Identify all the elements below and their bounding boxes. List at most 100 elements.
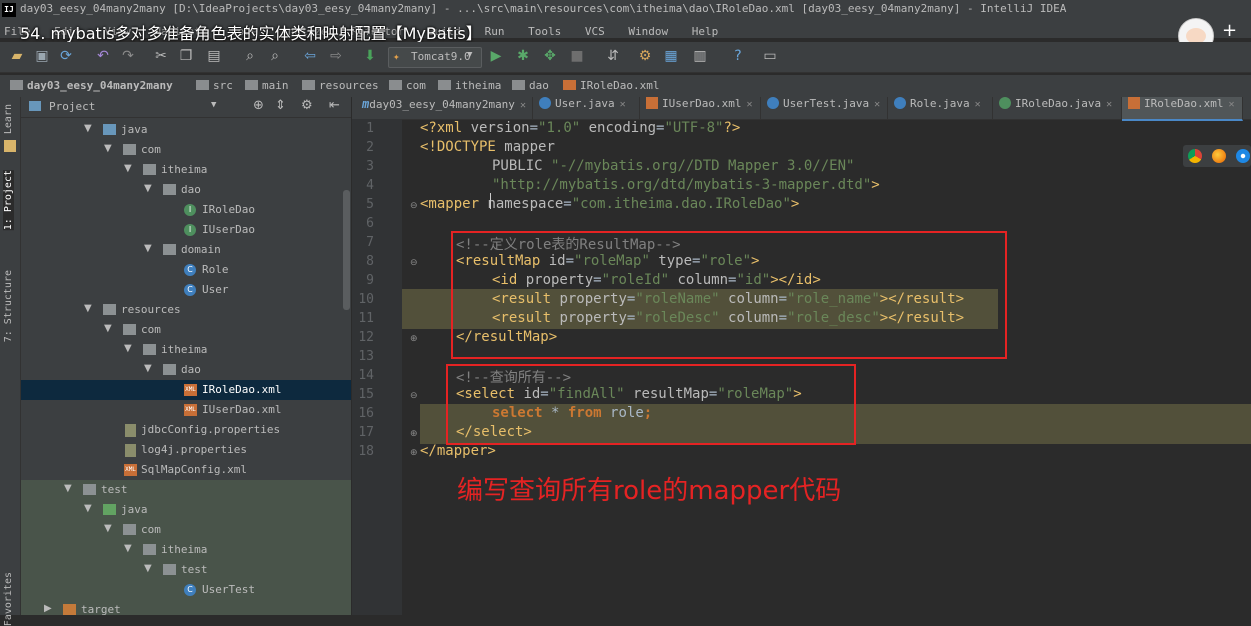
settings-icon[interactable]: ⚙ (637, 48, 653, 64)
expand-arrow-icon[interactable]: ▼ (124, 343, 132, 354)
debug-icon[interactable]: ✱ (515, 48, 531, 64)
close-icon[interactable]: ✕ (746, 99, 752, 110)
tree-item-test[interactable]: ▼ test (21, 480, 351, 500)
tree-item-test-java[interactable]: ▼ java (21, 500, 351, 520)
code-line-3[interactable]: PUBLIC "-//mybatis.org//DTD Mapper 3.0//… (492, 158, 854, 174)
tab-user-java[interactable]: User.java ✕ (533, 97, 640, 119)
stop-icon[interactable]: ■ (569, 48, 585, 64)
fold-marker-icon[interactable]: ⊖ (410, 258, 418, 268)
breadcrumb-item-project[interactable]: day03_eesy_04many2many (10, 79, 173, 92)
tab-module-pom[interactable]: mday03_eesy_04many2many ✕ (356, 97, 533, 119)
expand-arrow-icon[interactable]: ▼ (144, 563, 152, 574)
tab-usertest-java[interactable]: UserTest.java ✕ (761, 97, 888, 119)
breadcrumb-item-resources[interactable]: resources (302, 79, 379, 92)
expand-arrow-icon[interactable]: ▼ (104, 523, 112, 534)
tree-item-dao[interactable]: ▼ dao (21, 180, 351, 200)
tree-item-iuserdao-xml[interactable]: XML IUserDao.xml (21, 400, 351, 420)
run-icon[interactable]: ▶ (488, 48, 504, 64)
code-line-18[interactable]: </mapper> (420, 443, 496, 459)
breadcrumb-item-main[interactable]: main (245, 79, 289, 92)
tree-item-com[interactable]: ▼ com (21, 320, 351, 340)
tree-item-usertest[interactable]: C UserTest (21, 580, 351, 600)
terminal-icon[interactable]: ▭ (762, 48, 778, 64)
close-icon[interactable]: ✕ (1228, 99, 1234, 110)
breadcrumb-item-itheima[interactable]: itheima (438, 79, 501, 92)
learn-tool-tab[interactable]: Learn (3, 104, 14, 134)
tree-item-role[interactable]: C Role (21, 260, 351, 280)
menu-vcs[interactable]: VCS (585, 25, 605, 38)
vcs-icon[interactable]: ⇵ (605, 48, 621, 64)
favorites-tool-tab[interactable]: Favorites (3, 572, 14, 626)
tree-item-itheima[interactable]: ▼ itheima (21, 160, 351, 180)
tree-item-iroledao[interactable]: I IRoleDao (21, 200, 351, 220)
expand-arrow-icon[interactable]: ▼ (104, 323, 112, 334)
tree-item-resources[interactable]: ▼ resources (21, 300, 351, 320)
forward-icon[interactable]: ⇨ (328, 48, 344, 64)
tree-item-com[interactable]: ▼ com (21, 520, 351, 540)
paste-icon[interactable]: ▤ (206, 48, 222, 64)
structure-tool-tab[interactable]: 7: Structure (3, 270, 14, 342)
close-icon[interactable]: ✕ (874, 99, 880, 110)
tree-item-jdbcconfig[interactable]: jdbcConfig.properties (21, 420, 351, 440)
copy-icon[interactable]: ❐ (178, 48, 194, 64)
fold-marker-icon[interactable]: ⊕ (410, 448, 418, 458)
sdk-manager-icon[interactable]: ▥ (692, 48, 708, 64)
expand-arrow-icon[interactable]: ▼ (84, 303, 92, 314)
expand-arrow-icon[interactable]: ▼ (84, 123, 92, 134)
expand-arrow-icon[interactable]: ▼ (124, 543, 132, 554)
firefox-icon[interactable] (1212, 149, 1226, 163)
close-icon[interactable]: ✕ (1106, 99, 1112, 110)
replace-icon[interactable]: ⌕ (267, 48, 283, 64)
view-mode-chevron-icon[interactable]: ▼ (211, 100, 216, 110)
run-configuration-select[interactable]: ✦ Tomcat9.0 ▼ (388, 47, 482, 68)
expand-arrow-icon[interactable]: ▼ (104, 143, 112, 154)
close-icon[interactable]: ✕ (520, 100, 526, 111)
sync-icon[interactable]: ⟳ (58, 48, 74, 64)
tree-item-itheima[interactable]: ▼ itheima (21, 340, 351, 360)
fold-marker-icon[interactable]: ⊕ (410, 429, 418, 439)
menu-help[interactable]: Help (692, 25, 719, 38)
expand-arrow-icon[interactable]: ▼ (124, 163, 132, 174)
chrome-icon[interactable] (1188, 149, 1202, 163)
fold-marker-icon[interactable]: ⊕ (410, 334, 418, 344)
tab-role-java[interactable]: Role.java ✕ (888, 97, 993, 119)
back-icon[interactable]: ⇦ (302, 48, 318, 64)
safari-icon[interactable] (1236, 149, 1250, 163)
tree-item-java[interactable]: ▼ java (21, 120, 351, 140)
code-line-4[interactable]: "http://mybatis.org/dtd/mybatis-3-mapper… (492, 177, 880, 193)
code-line-2[interactable]: <!DOCTYPE mapper (420, 139, 555, 155)
gear-icon[interactable]: ⚙ (301, 98, 313, 113)
coverage-icon[interactable]: ✥ (542, 48, 558, 64)
menu-tools[interactable]: Tools (528, 25, 561, 38)
open-folder-icon[interactable]: ▰ (9, 48, 25, 64)
locate-icon[interactable]: ⊕ (253, 98, 264, 113)
close-icon[interactable]: ✕ (620, 99, 626, 110)
breadcrumb-item-src[interactable]: src (196, 79, 233, 92)
project-structure-icon[interactable]: ▦ (663, 48, 679, 64)
tree-item-iroledao-xml[interactable]: XML IRoleDao.xml (21, 380, 351, 400)
project-view-label[interactable]: Project (49, 100, 95, 113)
tree-item-user[interactable]: C User (21, 280, 351, 300)
close-icon[interactable]: ✕ (975, 99, 981, 110)
project-tool-tab[interactable]: 1: Project (3, 170, 14, 231)
collapse-all-icon[interactable]: ⇕ (275, 98, 286, 113)
code-line-5[interactable]: <mapper namespace="com.itheima.dao.IRole… (420, 196, 799, 212)
fold-marker-icon[interactable]: ⊖ (410, 391, 418, 401)
expand-arrow-icon[interactable]: ▼ (144, 183, 152, 194)
hide-panel-icon[interactable]: ⇤ (329, 98, 340, 113)
save-icon[interactable]: ▣ (34, 48, 50, 64)
find-icon[interactable]: ⌕ (242, 48, 258, 64)
learn-icon[interactable] (4, 140, 16, 152)
tab-iuserdao-xml[interactable]: IUserDao.xml ✕ (640, 97, 761, 119)
fold-marker-icon[interactable]: ⊖ (410, 201, 418, 211)
tree-item-sqlmapconfig[interactable]: XML SqlMapConfig.xml (21, 460, 351, 480)
make-project-icon[interactable]: ⬇ (362, 48, 378, 64)
breadcrumb-item-file[interactable]: IRoleDao.xml (563, 79, 659, 92)
help-icon[interactable]: ? (730, 48, 746, 64)
tree-item-dao[interactable]: ▼ dao (21, 360, 351, 380)
breadcrumb-item-com[interactable]: com (389, 79, 426, 92)
collapse-arrow-icon[interactable]: ▶ (44, 603, 52, 614)
tree-item-log4j[interactable]: log4j.properties (21, 440, 351, 460)
tree-item-iuserdao[interactable]: I IUserDao (21, 220, 351, 240)
redo-icon[interactable]: ↷ (120, 48, 136, 64)
